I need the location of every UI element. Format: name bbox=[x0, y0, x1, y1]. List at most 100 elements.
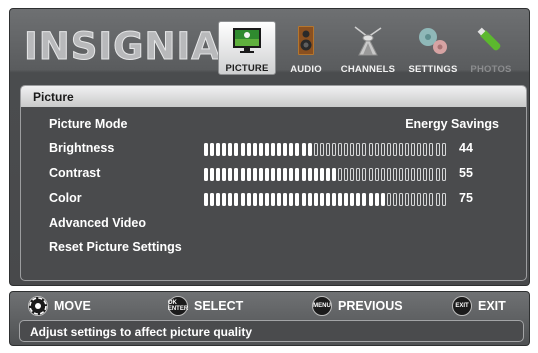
slider-segment bbox=[313, 193, 318, 206]
slider-segment bbox=[411, 168, 416, 181]
slider-segment bbox=[338, 193, 343, 206]
slider-segment bbox=[399, 193, 403, 206]
tab-photos[interactable]: PHOTOS bbox=[463, 21, 519, 75]
slider-segment bbox=[301, 168, 306, 181]
slider-segment bbox=[204, 193, 208, 206]
slider-segment bbox=[441, 168, 446, 181]
slider-segment bbox=[210, 193, 215, 206]
menu-header: INSIGNIA PICTURE AUDIO CHANNELS SETTINGS… bbox=[10, 9, 529, 79]
color-slider[interactable] bbox=[204, 193, 446, 206]
slider-segment bbox=[331, 193, 336, 206]
brightness-slider[interactable] bbox=[204, 143, 446, 156]
slider-segment bbox=[350, 143, 355, 156]
tab-channels-label: CHANNELS bbox=[340, 64, 396, 75]
slider-segment bbox=[429, 143, 434, 156]
slider-segment bbox=[204, 143, 208, 156]
slider-segment bbox=[307, 168, 312, 181]
contrast-label: Contrast bbox=[49, 166, 101, 180]
move-hint-text: MOVE bbox=[54, 299, 91, 313]
slider-segment bbox=[258, 168, 263, 181]
usb-drive-icon bbox=[476, 25, 506, 62]
help-bar: MOVE OK ENTER SELECT MENU PREVIOUS EXIT … bbox=[9, 291, 530, 346]
slider-segment bbox=[338, 143, 343, 156]
slider-segment bbox=[429, 168, 434, 181]
slider-segment bbox=[374, 143, 379, 156]
reset-picture-settings-row[interactable]: Reset Picture Settings bbox=[49, 238, 499, 258]
advanced-video-label: Advanced Video bbox=[49, 216, 147, 230]
brightness-value: 44 bbox=[459, 141, 473, 155]
slider-segment bbox=[374, 193, 379, 206]
slider-segment bbox=[350, 168, 355, 181]
slider-segment bbox=[350, 193, 355, 206]
slider-segment bbox=[362, 168, 367, 181]
slider-segment bbox=[356, 143, 361, 156]
slider-segment bbox=[441, 193, 446, 206]
slider-segment bbox=[429, 193, 434, 206]
tab-audio[interactable]: AUDIO bbox=[283, 21, 329, 75]
slider-segment bbox=[368, 193, 373, 206]
tab-channels[interactable]: CHANNELS bbox=[335, 21, 401, 75]
slider-segment bbox=[289, 168, 294, 181]
picture-mode-row[interactable]: Picture Mode Energy Savings bbox=[49, 115, 499, 135]
slider-segment bbox=[380, 193, 385, 206]
slider-segment bbox=[222, 143, 227, 156]
slider-segment bbox=[283, 143, 288, 156]
slider-segment bbox=[344, 143, 349, 156]
slider-segment bbox=[228, 168, 233, 181]
tab-picture-label: PICTURE bbox=[225, 63, 269, 74]
contrast-row[interactable]: Contrast 55 bbox=[49, 164, 499, 184]
slider-segment bbox=[435, 168, 440, 181]
slider-segment bbox=[234, 143, 239, 156]
slider-segment bbox=[356, 168, 361, 181]
slider-segment bbox=[246, 168, 251, 181]
slider-segment bbox=[216, 143, 221, 156]
slider-segment bbox=[392, 168, 397, 181]
slider-segment bbox=[295, 143, 300, 156]
gears-icon bbox=[416, 25, 450, 62]
brightness-row[interactable]: Brightness 44 bbox=[49, 139, 499, 159]
tab-settings-label: SETTINGS bbox=[408, 64, 458, 75]
slider-segment bbox=[392, 143, 397, 156]
slider-segment bbox=[380, 143, 385, 156]
slider-segment bbox=[271, 168, 276, 181]
slider-segment bbox=[271, 143, 276, 156]
slider-segment bbox=[210, 143, 215, 156]
slider-segment bbox=[271, 193, 276, 206]
slider-segment bbox=[417, 193, 422, 206]
slider-segment bbox=[264, 193, 269, 206]
slider-segment bbox=[435, 193, 440, 206]
picture-mode-label: Picture Mode bbox=[49, 117, 128, 131]
slider-segment bbox=[386, 143, 391, 156]
slider-segment bbox=[240, 168, 245, 181]
select-hint-text: SELECT bbox=[194, 299, 244, 313]
slider-segment bbox=[417, 168, 422, 181]
slider-segment bbox=[386, 168, 391, 181]
slider-segment bbox=[331, 168, 336, 181]
advanced-video-row[interactable]: Advanced Video bbox=[49, 214, 499, 234]
slider-segment bbox=[423, 193, 428, 206]
color-row[interactable]: Color 75 bbox=[49, 189, 499, 209]
slider-segment bbox=[441, 143, 446, 156]
slider-segment bbox=[264, 168, 269, 181]
slider-segment bbox=[344, 168, 349, 181]
slider-segment bbox=[210, 168, 215, 181]
brightness-label: Brightness bbox=[49, 141, 115, 155]
slider-segment bbox=[325, 143, 330, 156]
contrast-value: 55 bbox=[459, 166, 473, 180]
slider-segment bbox=[423, 143, 428, 156]
slider-segment bbox=[374, 168, 379, 181]
tab-picture[interactable]: PICTURE bbox=[218, 21, 276, 75]
contrast-slider[interactable] bbox=[204, 168, 446, 181]
slider-segment bbox=[258, 143, 263, 156]
slider-segment bbox=[319, 193, 324, 206]
slider-segment bbox=[222, 193, 227, 206]
slider-segment bbox=[246, 193, 251, 206]
slider-segment bbox=[252, 168, 257, 181]
slider-segment bbox=[240, 193, 245, 206]
slider-segment bbox=[307, 193, 312, 206]
tab-settings[interactable]: SETTINGS bbox=[403, 21, 463, 75]
slider-segment bbox=[277, 193, 282, 206]
slider-segment bbox=[252, 193, 257, 206]
menu-button-icon: MENU bbox=[312, 296, 332, 316]
slider-segment bbox=[325, 168, 330, 181]
